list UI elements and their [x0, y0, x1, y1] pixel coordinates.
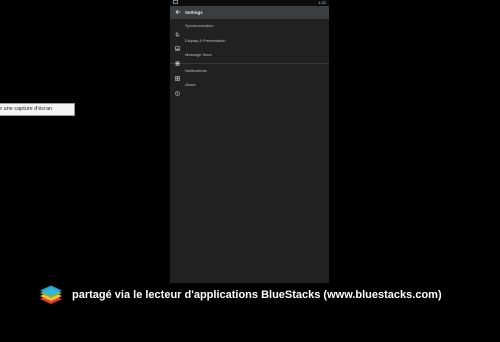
notification-small-icon — [173, 0, 178, 4]
bluestacks-logo-icon — [38, 285, 64, 307]
settings-item-synchronization[interactable]: Synchronization — [170, 19, 329, 36]
settings-item-label: Message Store — [185, 52, 212, 57]
page-title: Settings — [185, 10, 203, 15]
footer-banner: partagé via le lecteur d'applications Bl… — [38, 283, 478, 309]
app-bar: Settings — [170, 6, 329, 19]
shared-via-text: partagé via le lecteur d'applications Bl… — [72, 289, 442, 301]
info-icon — [175, 83, 180, 96]
settings-item-label: Display & Presentation — [185, 37, 226, 43]
settings-list: Synchronization Display & Presentation M… — [170, 19, 329, 96]
image-icon — [175, 38, 180, 51]
notification-icon — [175, 68, 180, 81]
settings-item-label: About — [185, 82, 196, 87]
screenshot-tooltip: ire une capture d'écran — [0, 103, 75, 116]
screen: 1:22 Settings Synchronization Display & … — [0, 0, 500, 342]
settings-item-message-store[interactable]: Message Store — [170, 48, 329, 66]
settings-item-about[interactable]: About — [170, 78, 329, 96]
settings-item-label: Notifications — [185, 67, 207, 73]
settings-item-display[interactable]: Display & Presentation — [170, 34, 329, 51]
settings-item-notifications[interactable]: Notifications — [170, 64, 329, 81]
sync-icon — [175, 24, 180, 36]
arrow-left-icon[interactable] — [175, 9, 181, 15]
storage-icon — [175, 53, 180, 66]
phone-screen: 1:22 Settings Synchronization Display & … — [170, 0, 329, 283]
settings-item-label: Synchronization — [185, 23, 214, 28]
